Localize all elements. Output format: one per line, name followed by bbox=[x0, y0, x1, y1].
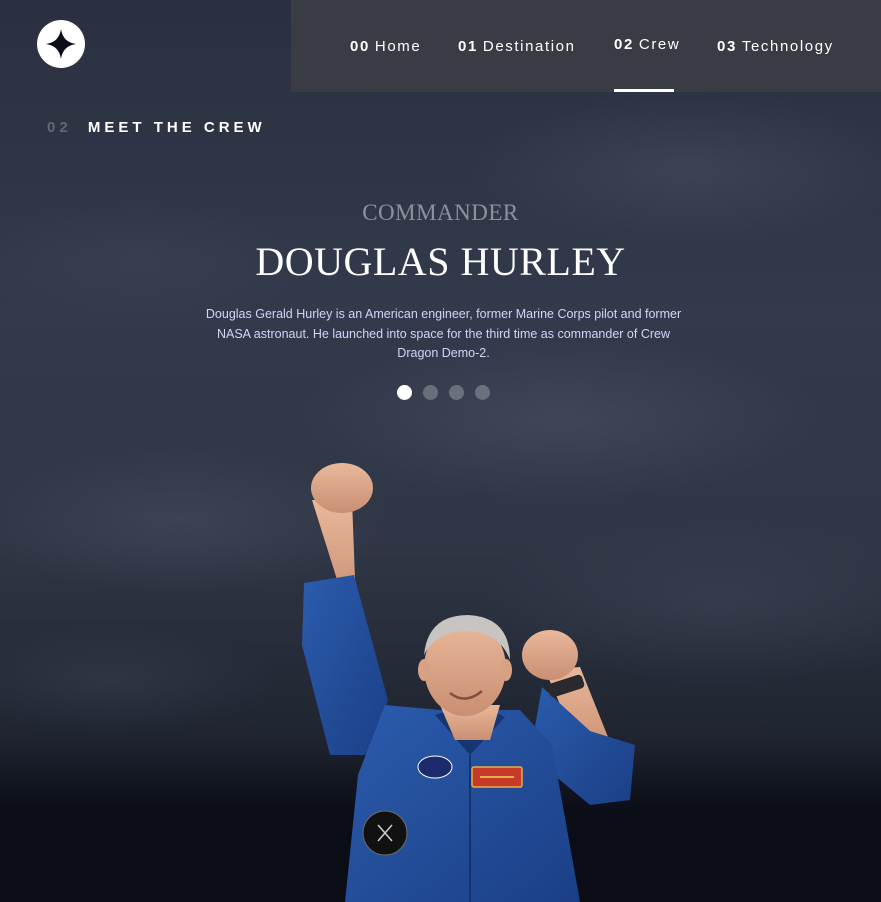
page-heading-num: 02 bbox=[47, 119, 72, 136]
slide-indicator bbox=[397, 385, 490, 400]
crew-name: DOUGLAS HURLEY bbox=[255, 239, 626, 284]
slide-dot[interactable] bbox=[397, 385, 412, 400]
nav-crew[interactable]: 02 Crew bbox=[614, 0, 679, 92]
crew-role: COMMANDER bbox=[362, 200, 519, 225]
slide-dot[interactable] bbox=[449, 385, 464, 400]
nav-destination-label: Destination bbox=[482, 37, 576, 55]
nav-crew-num: 02 bbox=[614, 35, 634, 53]
page-heading: 02 MEET THE CREW bbox=[47, 119, 266, 136]
crew-bio: Douglas Gerald Hurley is an American eng… bbox=[205, 307, 682, 360]
main-nav: 00 Home 01 Destination 02 Crew 03 Techno… bbox=[291, 0, 881, 92]
slide-dot[interactable] bbox=[423, 385, 438, 400]
crew-member-image bbox=[302, 463, 635, 902]
nav-technology-label: Technology bbox=[741, 37, 834, 55]
page-heading-title: MEET THE CREW bbox=[87, 119, 266, 136]
star-icon bbox=[46, 29, 76, 59]
nav-destination-num: 01 bbox=[458, 37, 478, 55]
nav-crew-label: Crew bbox=[638, 35, 681, 53]
nav-technology-num: 03 bbox=[717, 37, 737, 55]
nav-home[interactable]: 00 Home bbox=[350, 0, 421, 92]
nav-technology[interactable]: 03 Technology bbox=[717, 0, 834, 92]
nav-home-label: Home bbox=[374, 37, 422, 55]
nav-home-num: 00 bbox=[350, 37, 370, 55]
slide-dot[interactable] bbox=[475, 385, 490, 400]
nav-destination[interactable]: 01 Destination bbox=[458, 0, 576, 92]
logo[interactable] bbox=[37, 20, 85, 68]
